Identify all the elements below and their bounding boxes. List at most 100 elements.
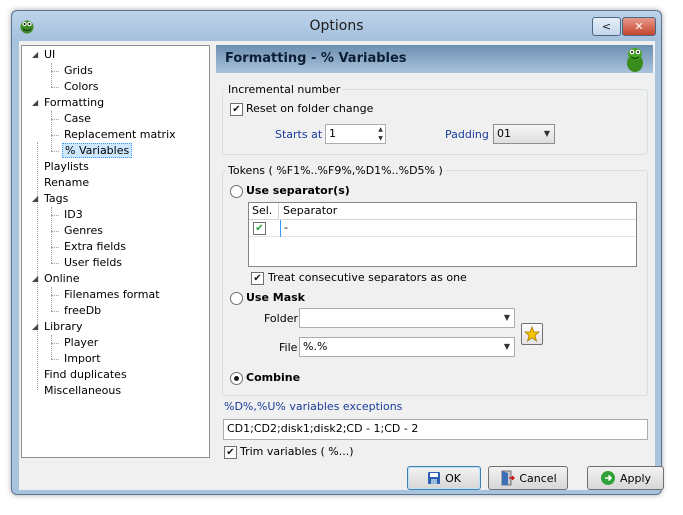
tree-connector <box>51 343 59 344</box>
tree-item-player[interactable]: Player <box>64 335 98 351</box>
trim-variables-checkbox[interactable]: ✔ <box>224 446 237 459</box>
tree-item-label: Library <box>44 320 83 333</box>
file-label: File <box>279 341 298 354</box>
options-window: Options < ✕ ◢ UI Grids Colors ◢ Formatti… <box>11 10 664 495</box>
options-tree[interactable]: ◢ UI Grids Colors ◢ Formatting Case Repl… <box>21 45 210 458</box>
tree-item-label: Rename <box>44 176 90 189</box>
treat-consecutive-label[interactable]: Treat consecutive separators as one <box>268 271 467 285</box>
incremental-number-title: Incremental number <box>226 83 343 96</box>
tree-item-id3[interactable]: ID3 <box>64 207 83 223</box>
tree-connector <box>51 151 59 152</box>
tree-item-replacement-matrix[interactable]: Replacement matrix <box>64 127 176 143</box>
tree-item-grids[interactable]: Grids <box>64 63 93 79</box>
ok-button[interactable]: OK <box>407 466 481 490</box>
chevron-down-icon: ▼ <box>503 342 510 351</box>
tree-item-label: Online <box>44 272 80 285</box>
tree-item-label: Genres <box>64 224 104 237</box>
tree-connector <box>51 311 59 312</box>
reset-on-folder-change-label[interactable]: Reset on folder change <box>246 102 373 116</box>
folder-label: Folder <box>264 312 298 325</box>
padding-label: Padding <box>445 128 489 141</box>
panel-header: Formatting - % Variables <box>216 45 653 73</box>
cancel-button[interactable]: Cancel <box>488 466 568 490</box>
tree-item-label: Miscellaneous <box>44 384 122 397</box>
minimize-button[interactable]: < <box>592 17 621 36</box>
tree-item-tags[interactable]: Tags <box>44 191 68 207</box>
expand-online-icon[interactable]: ◢ <box>32 271 41 287</box>
tree-item-user-fields[interactable]: User fields <box>64 255 122 271</box>
tree-item-import[interactable]: Import <box>64 351 101 367</box>
title-bar[interactable]: Options < ✕ <box>12 11 661 41</box>
expand-library-icon[interactable]: ◢ <box>32 319 41 335</box>
tree-item-miscellaneous[interactable]: Miscellaneous <box>44 383 121 399</box>
folder-dropdown[interactable]: ▼ <box>299 308 515 328</box>
tree-connector <box>51 359 59 360</box>
tree-item-freedb[interactable]: freeDb <box>64 303 101 319</box>
tree-item-label: Find duplicates <box>44 368 127 381</box>
tree-item-rename[interactable]: Rename <box>44 175 89 191</box>
tree-branch-line <box>51 111 52 151</box>
use-separators-radio[interactable] <box>230 185 243 198</box>
chevron-down-icon: ▼ <box>543 129 550 138</box>
tree-item-online[interactable]: Online <box>44 271 79 287</box>
tree-item-label: ID3 <box>64 208 83 221</box>
tree-item-label: % Variables <box>62 143 133 158</box>
tree-item-label: Grids <box>64 64 93 77</box>
tree-item-label: Filenames format <box>64 288 160 301</box>
tree-item-find-duplicates[interactable]: Find duplicates <box>44 367 127 383</box>
tree-item-label: Tags <box>44 192 69 205</box>
tree-item-label: Import <box>64 352 101 365</box>
dialog-client: ◢ UI Grids Colors ◢ Formatting Case Repl… <box>19 41 664 490</box>
exceptions-input[interactable]: CD1;CD2;disk1;disk2;CD - 1;CD - 2 <box>223 419 648 440</box>
tree-item-extra-fields[interactable]: Extra fields <box>64 239 126 255</box>
spinner-arrows-icon[interactable]: ▲ ▼ <box>376 125 385 143</box>
use-mask-radio[interactable] <box>230 292 243 305</box>
padding-dropdown[interactable]: 01 ▼ <box>493 124 555 144</box>
tree-item-label: UI <box>44 48 56 61</box>
expand-formatting-icon[interactable]: ◢ <box>32 95 41 111</box>
table-row[interactable]: ✔ - <box>249 220 636 237</box>
combine-label[interactable]: Combine <box>246 371 300 385</box>
grid-header-sel[interactable]: Sel. <box>249 203 279 220</box>
tree-item-playlists[interactable]: Playlists <box>44 159 89 175</box>
tree-item-label: Extra fields <box>64 240 126 253</box>
apply-label: Apply <box>619 471 652 485</box>
tree-item-case[interactable]: Case <box>64 111 91 127</box>
trim-variables-label[interactable]: Trim variables ( %...) <box>240 445 354 459</box>
starts-at-spinner[interactable]: 1 ▲ ▼ <box>325 124 386 144</box>
row-select-checkbox[interactable]: ✔ <box>253 222 266 235</box>
separator-cell[interactable]: - <box>284 221 288 235</box>
exceptions-label: %D%,%U% variables exceptions <box>224 400 403 413</box>
reset-on-folder-change-checkbox[interactable]: ✔ <box>230 103 243 116</box>
tree-item-percent-variables[interactable]: % Variables <box>62 143 133 159</box>
star-icon <box>524 326 540 342</box>
favorites-star-button[interactable] <box>521 323 543 345</box>
combine-radio[interactable] <box>230 372 243 385</box>
separators-grid[interactable]: Sel. Separator ✔ - <box>248 202 637 267</box>
tree-connector <box>51 71 59 72</box>
expand-ui-icon[interactable]: ◢ <box>32 47 41 63</box>
treat-consecutive-checkbox[interactable]: ✔ <box>251 272 264 285</box>
apply-button[interactable]: Apply <box>587 466 664 490</box>
tree-item-label: Formatting <box>44 96 105 109</box>
tree-connector <box>51 215 59 216</box>
tree-item-colors[interactable]: Colors <box>64 79 98 95</box>
tree-branch-line <box>51 287 52 311</box>
apply-arrow-icon <box>600 471 615 485</box>
tree-item-genres[interactable]: Genres <box>64 223 103 239</box>
use-separators-label[interactable]: Use separator(s) <box>246 184 350 198</box>
tree-item-label: Player <box>64 336 99 349</box>
grid-header-separator[interactable]: Separator <box>280 203 636 220</box>
tree-item-filenames-format[interactable]: Filenames format <box>64 287 160 303</box>
tree-connector <box>51 231 59 232</box>
use-mask-label[interactable]: Use Mask <box>246 291 305 305</box>
tree-item-library[interactable]: Library <box>44 319 82 335</box>
file-dropdown[interactable]: %.% ▼ <box>299 337 515 357</box>
save-disk-icon <box>428 472 441 484</box>
tree-connector <box>51 295 59 296</box>
close-button[interactable]: ✕ <box>622 17 656 36</box>
tree-item-ui[interactable]: UI <box>44 47 55 63</box>
tree-item-formatting[interactable]: Formatting <box>44 95 104 111</box>
expand-tags-icon[interactable]: ◢ <box>32 191 41 207</box>
tree-item-label: User fields <box>64 256 123 269</box>
